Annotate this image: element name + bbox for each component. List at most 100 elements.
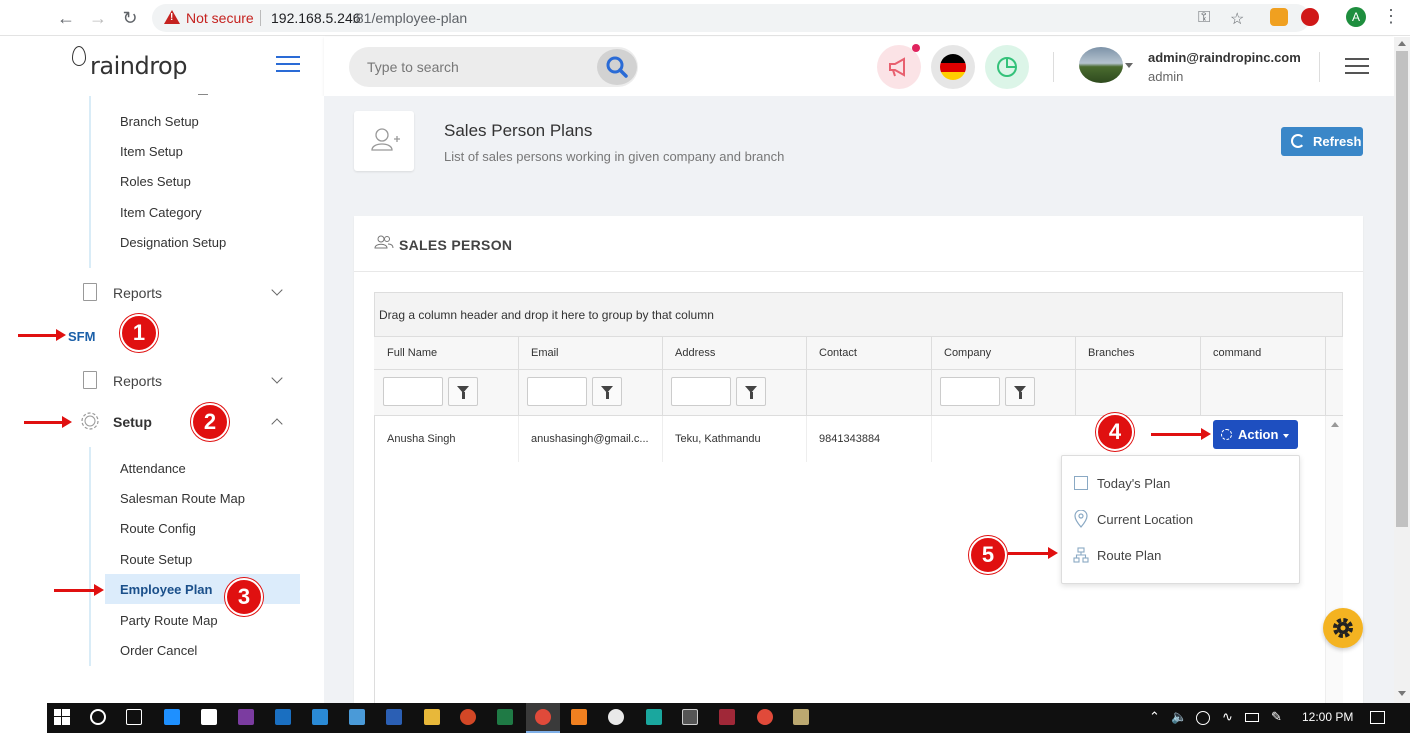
user-avatar[interactable]	[1079, 47, 1123, 83]
volume-icon[interactable]: 🔈	[1171, 709, 1187, 725]
battery-icon[interactable]	[1245, 713, 1259, 722]
stats-button[interactable]	[985, 45, 1029, 89]
sidebar-item-order-cancel[interactable]: Order Cancel	[120, 643, 197, 658]
notifications-icon[interactable]	[1370, 711, 1385, 724]
filter-button-address[interactable]	[736, 377, 766, 406]
sidebar-item-reports[interactable]: Reports	[113, 285, 162, 301]
row-separator	[806, 416, 807, 462]
menu-item-route-plan[interactable]: Route Plan	[1097, 548, 1161, 563]
action-button[interactable]: Action	[1213, 420, 1298, 449]
pen-icon[interactable]: ✎	[1271, 709, 1282, 725]
column-header-contact[interactable]: Contact	[819, 347, 857, 359]
vlc-icon[interactable]	[571, 709, 587, 725]
sidebar-item-employee-plan[interactable]: Employee Plan	[120, 582, 212, 597]
windows-start-icon[interactable]	[54, 709, 70, 725]
grid-scrollbar[interactable]	[1325, 416, 1343, 706]
sidebar-item-designation-setup[interactable]: Designation Setup	[120, 235, 226, 250]
sidebar-item-setup[interactable]: Setup	[113, 414, 152, 430]
word-icon[interactable]	[386, 709, 402, 725]
app-icon[interactable]	[793, 709, 809, 725]
browser-menu-icon[interactable]: ⋮	[1382, 6, 1400, 27]
filter-button-full-name[interactable]	[448, 377, 478, 406]
column-header-command[interactable]: command	[1213, 347, 1261, 359]
app-icon[interactable]	[312, 709, 328, 725]
filter-input-company[interactable]	[940, 377, 1000, 406]
app-icon[interactable]	[608, 709, 624, 725]
column-header-full-name[interactable]: Full Name	[387, 347, 437, 359]
extension-opera-icon[interactable]	[1301, 8, 1319, 26]
onenote-icon[interactable]	[238, 709, 254, 725]
app-icon[interactable]	[349, 709, 365, 725]
column-separator	[662, 337, 663, 416]
scroll-down-arrow-icon[interactable]	[1398, 691, 1406, 696]
address-bar[interactable]: Not secure 192.168.5.246 :81/employee-pl…	[152, 4, 1310, 32]
location-pin-icon	[1074, 510, 1088, 528]
column-header-company[interactable]: Company	[944, 347, 991, 359]
reload-icon[interactable]: ↻	[120, 8, 140, 28]
column-header-branches[interactable]: Branches	[1088, 347, 1134, 359]
sidebar-item-route-setup[interactable]: Route Setup	[120, 552, 192, 567]
filter-input-full-name[interactable]	[383, 377, 443, 406]
page-subtitle: List of sales persons working in given c…	[444, 149, 785, 164]
tray-chevron-icon[interactable]: ⌃	[1149, 709, 1160, 725]
key-icon[interactable]: ⚿	[1198, 9, 1210, 27]
column-header-address[interactable]: Address	[675, 347, 715, 359]
sidebar-item-salesman-route-map[interactable]: Salesman Route Map	[120, 491, 245, 506]
wifi-icon[interactable]: ∿	[1222, 709, 1233, 725]
sidebar-item-route-config[interactable]: Route Config	[120, 521, 196, 536]
sidebar-section-sfm[interactable]: SFM	[68, 329, 95, 344]
winrar-icon[interactable]	[719, 709, 735, 725]
notification-dot	[912, 44, 920, 52]
filter-button-email[interactable]	[592, 377, 622, 406]
chrome-icon[interactable]	[535, 709, 551, 725]
profile-avatar[interactable]: A	[1346, 7, 1366, 27]
network-icon[interactable]	[1196, 711, 1210, 725]
scroll-thumb[interactable]	[1396, 51, 1408, 527]
star-icon[interactable]: ☆	[1230, 9, 1244, 29]
settings-fab[interactable]	[1323, 608, 1363, 648]
annotation-arrow-4	[1151, 428, 1211, 440]
sidebar-item-branch-setup[interactable]: Branch Setup	[120, 114, 199, 129]
search-input[interactable]	[367, 57, 587, 77]
excel-icon[interactable]	[497, 709, 513, 725]
chrome-icon[interactable]	[757, 709, 773, 725]
sidebar-toggle-icon[interactable]	[276, 56, 300, 74]
filter-button-company[interactable]	[1005, 377, 1035, 406]
refresh-button[interactable]: Refresh	[1281, 127, 1363, 156]
main-menu-icon[interactable]	[1345, 58, 1369, 74]
cortana-icon[interactable]	[90, 709, 106, 725]
column-separator	[518, 337, 519, 416]
filter-input-email[interactable]	[527, 377, 587, 406]
search-icon	[606, 56, 628, 78]
sidebar-item-party-route-map[interactable]: Party Route Map	[120, 613, 218, 628]
sidebar-item-item-setup[interactable]: Item Setup	[120, 144, 183, 159]
task-view-icon[interactable]	[126, 709, 142, 725]
refresh-label: Refresh	[1313, 134, 1362, 149]
scroll-up-icon[interactable]	[1331, 422, 1339, 427]
language-button[interactable]	[931, 45, 975, 89]
store-icon[interactable]	[201, 709, 217, 725]
menu-item-todays-plan[interactable]: Today's Plan	[1097, 476, 1170, 491]
page-scrollbar[interactable]	[1394, 37, 1410, 703]
powerpoint-icon[interactable]	[460, 709, 476, 725]
sidebar-item-reports-2[interactable]: Reports	[113, 373, 162, 389]
file-explorer-icon[interactable]	[424, 709, 440, 725]
sidebar-item-roles-setup[interactable]: Roles Setup	[120, 174, 191, 189]
outlook-icon[interactable]	[275, 709, 291, 725]
menu-item-current-location[interactable]: Current Location	[1097, 512, 1193, 527]
sidebar-item-attendance[interactable]: Attendance	[120, 461, 186, 476]
sidebar-item-item-category[interactable]: Item Category	[120, 205, 202, 220]
app-logo[interactable]: raindrop	[90, 52, 187, 80]
terminal-icon[interactable]	[682, 709, 698, 725]
app-icon[interactable]	[646, 709, 662, 725]
search-button[interactable]	[597, 49, 637, 85]
forward-icon[interactable]: →	[88, 8, 108, 28]
edge-icon[interactable]	[164, 709, 180, 725]
column-header-email[interactable]: Email	[531, 347, 559, 359]
clock[interactable]: 12:00 PM	[1302, 710, 1353, 724]
scroll-up-arrow-icon[interactable]	[1398, 41, 1406, 46]
avatar-caret-icon[interactable]	[1125, 63, 1133, 68]
back-icon[interactable]: ←	[56, 8, 76, 28]
extension-shopping-icon[interactable]	[1270, 8, 1288, 26]
filter-input-address[interactable]	[671, 377, 731, 406]
